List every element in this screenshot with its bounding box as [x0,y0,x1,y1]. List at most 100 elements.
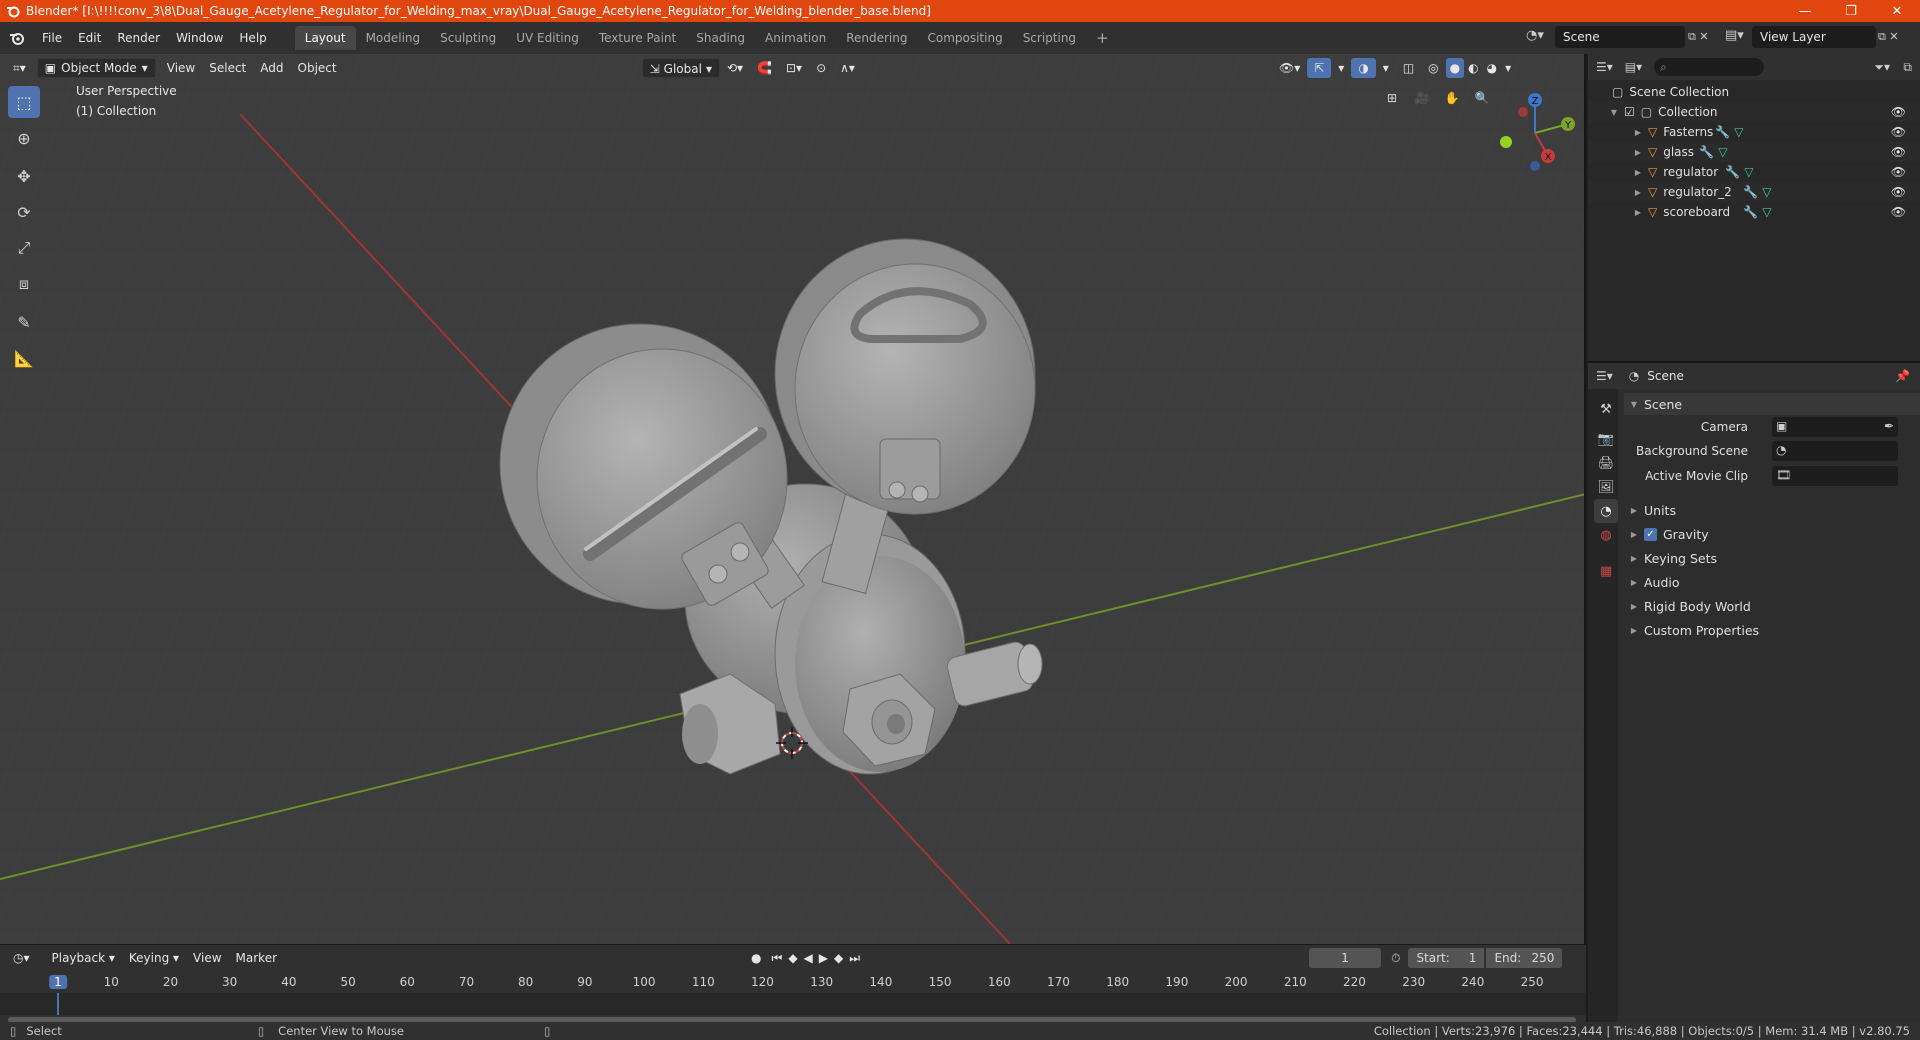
workspace-tab-animation[interactable]: Animation [755,26,836,50]
add-workspace-button[interactable]: + [1086,26,1119,50]
measure-tool-icon[interactable]: 📐 [8,342,40,374]
snap-settings-icon[interactable]: ⊡▾ [779,58,809,78]
start-frame-field[interactable]: Start: 1 [1408,948,1485,968]
transform-tool-icon[interactable]: ⧈ [8,268,40,300]
current-frame-field[interactable]: 1 [1309,948,1382,968]
material-shading-icon[interactable]: ◐ [1464,58,1482,78]
keyframe-area[interactable] [0,993,1586,1015]
rigid-body-world-panel-header[interactable]: ▶ Rigid Body World [1624,595,1920,617]
gravity-panel-header[interactable]: ▶ ✓ Gravity [1624,523,1920,545]
workspace-tab-rendering[interactable]: Rendering [836,26,917,50]
solid-shading-icon[interactable]: ● [1445,58,1465,78]
workspace-tab-shading[interactable]: Shading [686,26,755,50]
pivot-point-icon[interactable]: ⟲▾ [720,58,750,78]
active-movie-clip-field[interactable]: 🎞 [1772,466,1898,486]
visibility-eye-icon[interactable]: 👁 [1891,205,1906,219]
outliner-object-row[interactable]: ▶ ▽ regulator_2 🔧 ▽ 👁 [1588,182,1920,202]
pan-hand-icon[interactable]: ✋ [1440,86,1464,110]
mode-selector[interactable]: ▣ Object Mode ▾ [36,58,156,78]
new-view-layer-icon[interactable]: ⧉ ✕ [1878,30,1899,44]
blender-menu-icon[interactable] [0,30,34,46]
frame-ruler[interactable]: 1 10 20 30 40 50 60 70 80 90 100 110 120 130 140 150 160… [0,973,1586,993]
scene-tab-icon[interactable]: ◔ [1594,499,1618,523]
outliner-scene-collection[interactable]: ▢ Scene Collection [1588,82,1920,102]
scale-tool-icon[interactable]: ⤢ [8,232,40,264]
transform-orientation-selector[interactable]: ⇲ Global ▾ [641,58,720,78]
menu-render[interactable]: Render [109,27,168,49]
workspace-tab-modeling[interactable]: Modeling [356,26,431,50]
expand-toggle-icon[interactable]: ▶ [1632,148,1644,157]
end-frame-field[interactable]: End: 250 [1486,948,1563,968]
jump-end-icon[interactable]: ⏭ [846,948,863,968]
scene-selector[interactable]: Scene [1555,26,1685,48]
annotate-tool-icon[interactable]: ✎ [8,306,40,338]
outliner-object-row[interactable]: ▶ ▽ scoreboard 🔧 ▽ 👁 [1588,202,1920,222]
timeline-editor-type-icon[interactable]: ◷▾ [6,948,37,968]
render-tab-icon[interactable]: 📷 [1594,427,1618,451]
outliner-search-input[interactable]: ⌕ [1654,58,1765,76]
overlays-toggle-icon[interactable]: ◑ [1351,58,1376,78]
menu-select[interactable]: Select [202,58,253,78]
camera-view-icon[interactable]: 🎥 [1410,86,1434,110]
outliner-editor-type-icon[interactable]: ☰▾ [1596,60,1613,74]
outliner-collection-row[interactable]: ▼ ☑ ▢ Collection 👁 [1588,102,1920,122]
menu-edit[interactable]: Edit [70,27,109,49]
navigation-gizmo[interactable]: Z Y X [1490,88,1580,178]
proportional-edit-icon[interactable]: ⊙ [809,58,833,78]
output-tab-icon[interactable]: 🖨 [1594,451,1618,475]
view-layer-tab-icon[interactable]: 🖼 [1594,475,1618,499]
visibility-eye-icon[interactable]: 👁 [1891,145,1906,159]
jump-keyframe-forward-icon[interactable]: ◆ [831,948,846,968]
workspace-tab-uv-editing[interactable]: UV Editing [506,26,589,50]
background-scene-field[interactable]: ◔ [1772,441,1898,461]
scene-panel-header[interactable]: ▼ Scene [1624,393,1920,415]
tool-settings-tab-icon[interactable]: ⚒ [1594,397,1618,421]
record-button-icon[interactable]: ● [744,948,768,968]
workspace-tab-texture-paint[interactable]: Texture Paint [589,26,686,50]
snap-toggle-icon[interactable]: 🧲 [750,58,779,78]
visibility-eye-icon[interactable]: 👁 [1891,105,1906,119]
menu-marker[interactable]: Marker [229,948,284,968]
properties-editor-type-icon[interactable]: ☰▾ [1596,369,1613,383]
workspace-tab-compositing[interactable]: Compositing [917,26,1012,50]
play-icon[interactable]: ▶ [816,948,831,968]
workspace-tab-scripting[interactable]: Scripting [1013,26,1086,50]
pin-icon[interactable]: 📌 [1895,369,1910,383]
audio-panel-header[interactable]: ▶ Audio [1624,571,1920,593]
filter-icon[interactable]: ⏷▾ [1874,60,1890,75]
workspace-tab-layout[interactable]: Layout [294,26,356,50]
expand-toggle-icon[interactable]: ▶ [1632,208,1644,217]
outliner-object-row[interactable]: ▶ ▽ Fasterns 🔧 ▽ 👁 [1588,122,1920,142]
menu-keying[interactable]: Keying ▾ [122,948,186,968]
scene-browse-icon[interactable]: ◔▾ [1526,28,1544,43]
wireframe-shading-icon[interactable]: ◎ [1421,58,1445,78]
play-reverse-icon[interactable]: ◀ [801,948,816,968]
grid-view-icon[interactable]: ⊞ [1380,86,1404,110]
proportional-falloff-icon[interactable]: ∧▾ [833,58,862,78]
select-box-tool-icon[interactable]: ⬚ [8,86,40,118]
view-layer-browse-icon[interactable]: ▤▾ [1725,28,1744,43]
menu-window[interactable]: Window [168,27,231,49]
close-window-button[interactable]: ✕ [1874,0,1920,22]
menu-help[interactable]: Help [231,27,274,49]
editor-type-icon[interactable]: ⌗▾ [6,58,33,78]
visibility-eye-icon[interactable]: 👁 [1891,185,1906,199]
visibility-eye-icon[interactable]: 👁 [1891,125,1906,139]
3d-viewport[interactable]: ⌗▾ ▣ Object Mode ▾ View Select Add Objec… [0,54,1586,944]
menu-add[interactable]: Add [253,58,290,78]
view-layer-selector[interactable]: View Layer [1752,26,1876,48]
selectability-icon[interactable]: 👁▾ [1272,58,1307,78]
cursor-tool-icon[interactable]: ⊕ [8,122,40,154]
jump-start-icon[interactable]: ⏮ [769,948,786,968]
rendered-shading-icon[interactable]: ◕ [1483,58,1501,78]
outliner-object-row[interactable]: ▶ ▽ regulator 🔧 ▽ 👁 [1588,162,1920,182]
workspace-tab-sculpting[interactable]: Sculpting [430,26,506,50]
texture-tab-icon[interactable]: ▦ [1594,559,1618,583]
camera-field[interactable]: ▣ ✒ [1772,417,1898,437]
preview-range-icon[interactable]: ⏱ [1391,951,1400,966]
checkbox-icon[interactable]: ☑ [1624,105,1635,119]
menu-playback[interactable]: Playback ▾ [45,948,122,968]
new-collection-icon[interactable]: ⧉ [1903,60,1912,75]
menu-file[interactable]: File [34,27,70,49]
menu-timeline-view[interactable]: View [186,948,228,968]
